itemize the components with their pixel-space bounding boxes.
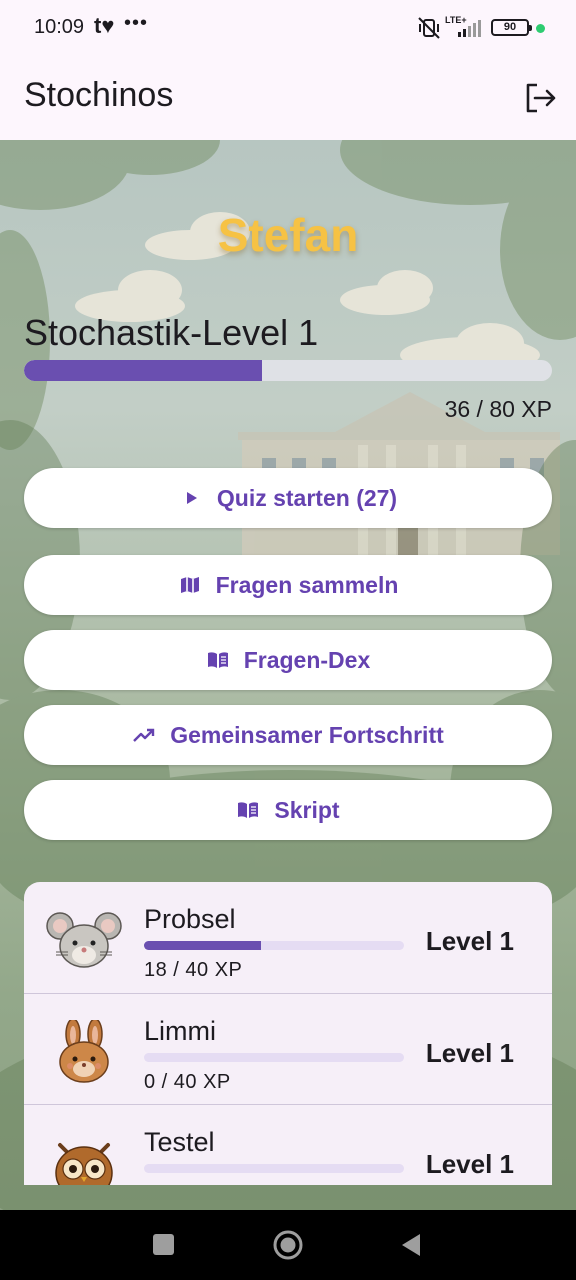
pet-xp-text: 0 / 40 XP xyxy=(144,1071,231,1093)
trending-up-icon xyxy=(133,728,155,742)
level-progress-bar xyxy=(24,360,552,381)
pet-progress-fill xyxy=(144,941,261,950)
home-content: Stefan Stochastik-Level 1 36 / 80 XP Qui… xyxy=(0,140,576,1210)
back-button[interactable] xyxy=(400,1232,422,1258)
home-button[interactable] xyxy=(273,1230,303,1260)
pet-progress-bar xyxy=(144,1164,404,1173)
pet-name: Limmi xyxy=(144,1016,216,1046)
level-progress-fill xyxy=(24,360,262,381)
logout-icon[interactable] xyxy=(522,80,558,116)
questions-dex-button[interactable]: Fragen-Dex xyxy=(24,630,552,690)
book-icon xyxy=(207,652,228,668)
pet-level: Level 1 xyxy=(425,1038,514,1068)
script-button[interactable]: Skript xyxy=(24,780,552,840)
pet-progress-bar xyxy=(144,941,404,950)
owl-avatar-icon xyxy=(55,1143,113,1185)
system-navigation-bar xyxy=(0,1210,576,1280)
battery-icon: 90 xyxy=(491,19,532,36)
signal-icon: LTE+ xyxy=(445,15,481,37)
mouse-avatar-icon xyxy=(46,912,122,968)
pet-level: Level 1 xyxy=(425,1149,514,1179)
username: Stefan xyxy=(217,209,359,261)
status-bar: 10:09 t♥ ••• LTE+ 90 xyxy=(0,0,576,56)
rabbit-avatar-icon xyxy=(59,1020,109,1083)
level-xp-text: 36 / 80 XP xyxy=(444,396,552,422)
pet-row-testel[interactable]: Testel Level 1 xyxy=(24,1104,552,1185)
network-type-label: LTE+ xyxy=(445,15,467,25)
map-icon xyxy=(180,577,199,593)
collect-questions-button[interactable]: Fragen sammeln xyxy=(24,555,552,615)
vibrate-off-icon xyxy=(418,17,440,39)
more-notifications-icon: ••• xyxy=(124,12,149,34)
shared-progress-label: Gemeinsamer Fortschritt xyxy=(170,721,444,748)
active-indicator-dot xyxy=(536,24,545,33)
play-icon xyxy=(186,492,197,504)
book-icon xyxy=(238,802,259,818)
notification-app-icon: t♥ xyxy=(94,13,115,38)
pet-xp-text: 18 / 40 XP xyxy=(144,959,243,981)
collect-questions-label: Fragen sammeln xyxy=(215,571,399,598)
stochastik-level-title: Stochastik-Level 1 xyxy=(24,312,319,353)
quiz-start-button[interactable]: Quiz starten (27) xyxy=(24,468,552,528)
script-label: Skript xyxy=(274,796,340,823)
quiz-start-label: Quiz starten (27) xyxy=(216,484,398,511)
status-time: 10:09 xyxy=(34,16,85,38)
pet-name: Testel xyxy=(144,1127,215,1157)
app-bar: Stochinos xyxy=(0,56,576,140)
pet-row-limmi[interactable]: Limmi 0 / 40 XP Level 1 xyxy=(24,993,552,1104)
recents-button[interactable] xyxy=(153,1234,174,1255)
pet-progress-bar xyxy=(144,1053,404,1062)
pet-row-probsel[interactable]: Probsel 18 / 40 XP Level 1 xyxy=(24,882,552,993)
pet-level: Level 1 xyxy=(425,926,514,956)
pets-list-card: Probsel 18 / 40 XP Level 1 Limmi 0 / 40 … xyxy=(24,882,552,1185)
pet-name: Probsel xyxy=(144,904,236,934)
shared-progress-button[interactable]: Gemeinsamer Fortschritt xyxy=(24,705,552,765)
questions-dex-label: Fragen-Dex xyxy=(243,646,371,673)
app-title: Stochinos xyxy=(24,76,174,114)
